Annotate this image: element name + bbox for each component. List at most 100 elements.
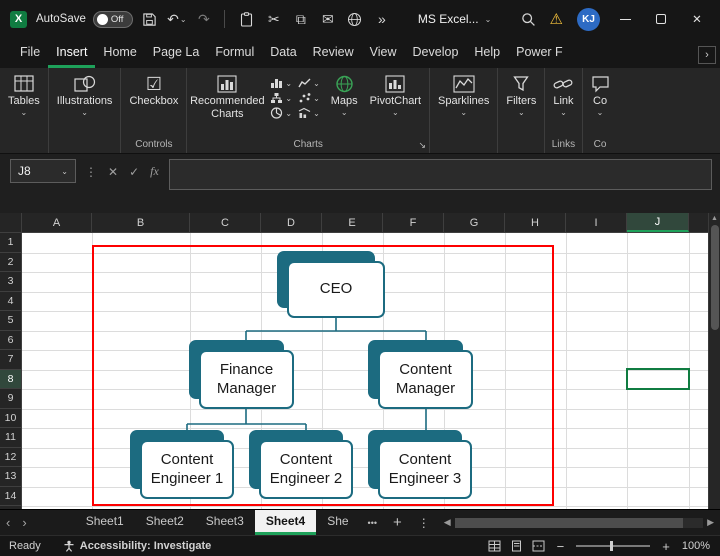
sheet-options-button[interactable]: ⋮ (410, 510, 438, 535)
tab-overflow-button[interactable]: › (698, 46, 716, 64)
column-header-g[interactable]: G (444, 213, 505, 232)
row-header-5[interactable]: 5 (0, 311, 21, 331)
tab-formulas[interactable]: Formul (207, 40, 262, 68)
column-header-c[interactable]: C (190, 213, 261, 232)
column-header-f[interactable]: F (383, 213, 444, 232)
maximize-button[interactable] (650, 8, 672, 30)
column-chart-button[interactable]: ⌄ (270, 77, 292, 89)
avatar[interactable]: KJ (577, 7, 600, 31)
column-header-h[interactable]: H (505, 213, 566, 232)
row-header-13[interactable]: 13 (0, 467, 21, 487)
web-button[interactable] (345, 6, 365, 32)
cell-grid[interactable]: CEO Finance Manager Content Manager Cont… (22, 233, 708, 509)
row-header-14[interactable]: 14 (0, 487, 21, 506)
redo-button[interactable]: ↷ (194, 6, 214, 32)
zoom-out-button[interactable]: − (557, 539, 565, 554)
column-header-b[interactable]: B (92, 213, 190, 232)
minimize-button[interactable] (614, 8, 636, 30)
more-sheets-button[interactable]: ••• (360, 510, 385, 535)
recommended-charts-button[interactable]: Recommended Charts (189, 70, 265, 121)
charts-dialog-launcher[interactable]: ↘ (418, 139, 426, 152)
link-button[interactable]: Link ⌄ (547, 70, 579, 116)
scroll-up-icon[interactable]: ▲ (711, 215, 718, 222)
row-header-4[interactable]: 4 (0, 292, 21, 311)
scatter-chart-button[interactable]: ⌄ (298, 92, 320, 104)
vertical-scrollbar[interactable]: ▲ (708, 213, 720, 509)
scroll-left-icon[interactable]: ◀ (444, 517, 451, 528)
sheet-tab-sheet3[interactable]: Sheet3 (195, 510, 255, 535)
more-commands-button[interactable]: » (372, 6, 392, 32)
tab-help[interactable]: Help (466, 40, 508, 68)
scroll-right-icon[interactable]: ▶ (707, 517, 714, 528)
column-header-a[interactable]: A (22, 213, 92, 232)
insert-function-button[interactable]: fx (150, 164, 159, 179)
row-header-8[interactable]: 8 (0, 369, 21, 389)
row-header-7[interactable]: 7 (0, 350, 21, 370)
sheet-nav-prev-button[interactable]: ‹ (0, 510, 16, 535)
illustrations-button[interactable]: Illustrations ⌄ (51, 70, 119, 116)
cancel-formula-button[interactable]: ✕ (108, 165, 118, 179)
hierarchy-chart-button[interactable]: ⌄ (270, 92, 292, 104)
filters-button[interactable]: Filters ⌄ (500, 70, 542, 116)
formula-input[interactable] (168, 159, 712, 190)
tab-view[interactable]: View (362, 40, 405, 68)
sheet-tab-sheet2[interactable]: Sheet2 (135, 510, 195, 535)
comments-button[interactable]: Co ⌄ (585, 70, 616, 116)
sparklines-button[interactable]: Sparklines ⌄ (432, 70, 495, 116)
copy-button[interactable]: ⧉ (291, 6, 311, 32)
enter-formula-button[interactable]: ✓ (129, 165, 139, 179)
pie-chart-button[interactable]: ⌄ (270, 107, 292, 119)
row-header-12[interactable]: 12 (0, 448, 21, 467)
sheet-tab-sheet5-partial[interactable]: She (316, 510, 359, 535)
selected-cell-J8[interactable] (626, 368, 690, 390)
cut-button[interactable]: ✂ (264, 6, 284, 32)
column-header-partial[interactable] (689, 213, 708, 232)
row-header-3[interactable]: 3 (0, 272, 21, 292)
horizontal-scroll-thumb[interactable] (454, 517, 684, 528)
row-header-2[interactable]: 2 (0, 253, 21, 272)
page-layout-view-button[interactable] (510, 540, 523, 552)
share-email-button[interactable]: ✉ (318, 6, 338, 32)
undo-button[interactable]: ↶ ⌄ (167, 6, 187, 32)
tables-button[interactable]: Tables ⌄ (2, 70, 46, 116)
normal-view-button[interactable] (488, 540, 501, 552)
column-header-e[interactable]: E (322, 213, 383, 232)
sheet-nav-next-button[interactable]: › (16, 510, 32, 535)
row-header-6[interactable]: 6 (0, 331, 21, 350)
accessibility-status[interactable]: Accessibility: Investigate (63, 540, 211, 552)
vertical-scroll-thumb[interactable] (710, 225, 719, 330)
maps-button[interactable]: Maps ⌄ (325, 70, 364, 116)
tab-power-pivot[interactable]: Power F (508, 40, 571, 68)
column-header-i[interactable]: I (566, 213, 627, 232)
warning-icon[interactable]: ⚠ (550, 10, 563, 28)
combo-chart-button[interactable]: ⌄ (298, 107, 320, 119)
tab-developer[interactable]: Develop (405, 40, 467, 68)
checkbox-button[interactable]: ☑ Checkbox (123, 70, 184, 109)
page-break-view-button[interactable] (532, 540, 545, 552)
row-header-1[interactable]: 1 (0, 233, 21, 253)
select-all-corner[interactable] (0, 213, 22, 233)
tab-home[interactable]: Home (95, 40, 144, 68)
tab-data[interactable]: Data (262, 40, 304, 68)
chart-selection-border[interactable] (92, 245, 554, 506)
close-button[interactable]: ✕ (686, 8, 708, 30)
pivotchart-button[interactable]: PivotChart ⌄ (364, 70, 427, 116)
horizontal-scroll-track[interactable] (454, 517, 704, 528)
window-title[interactable]: MS Excel... ⌄ (418, 12, 491, 26)
save-button[interactable] (140, 6, 160, 32)
row-header-11[interactable]: 11 (0, 428, 21, 448)
clipboard-button[interactable] (237, 6, 257, 32)
column-header-j[interactable]: J (627, 213, 689, 232)
sheet-tab-sheet1[interactable]: Sheet1 (75, 510, 135, 535)
zoom-in-button[interactable]: + (662, 539, 670, 554)
tab-file[interactable]: File (12, 40, 48, 68)
tab-page-layout[interactable]: Page La (145, 40, 208, 68)
name-box[interactable]: J8 ⌄ (10, 159, 76, 183)
add-sheet-button[interactable]: + (385, 510, 410, 535)
tab-review[interactable]: Review (305, 40, 362, 68)
autosave-toggle[interactable]: Off (92, 10, 133, 28)
zoom-level[interactable]: 100% (682, 540, 710, 552)
tab-insert[interactable]: Insert (48, 40, 96, 68)
row-header-9[interactable]: 9 (0, 389, 21, 409)
line-chart-button[interactable]: ⌄ (298, 77, 320, 89)
